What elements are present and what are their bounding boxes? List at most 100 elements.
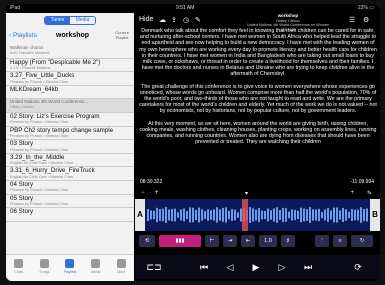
waveform-bar	[225, 207, 227, 223]
playlist-title: workshop	[56, 32, 90, 39]
track-row[interactable]: 03 Story Phrases by Phrase • Marsha Chan	[6, 140, 134, 154]
segment-tunes[interactable]: Tunes	[45, 17, 70, 24]
track-row[interactable]: 05 Story Phrases by Phrase • Marsha Chan	[6, 195, 134, 209]
zoom-in-right-icon[interactable]: +	[350, 190, 354, 196]
pitch-icon[interactable]: ♯	[281, 235, 295, 247]
tab-more[interactable]: More	[108, 255, 134, 281]
tools-row: ⟲ ▮▮▮ ⊢ ⇥ ⇤ 1.0 ♯ ⫶ ≡ ↻	[135, 233, 380, 251]
repeat-icon[interactable]: ↻	[351, 235, 373, 247]
waveform-bar	[291, 209, 293, 221]
waveform-bar	[195, 209, 197, 221]
loop-toggle-icon[interactable]: ⊏⊐	[145, 260, 163, 274]
loop-start-marker[interactable]: A	[135, 199, 145, 231]
back-to-playlists-button[interactable]: ‹ Playlists	[9, 32, 37, 39]
waveform-bar	[186, 210, 188, 220]
skip-icon[interactable]: ⇤	[241, 235, 255, 247]
track-row[interactable]: 06 Story	[6, 208, 134, 222]
step-forward-icon[interactable]: ▷	[273, 260, 291, 274]
tab-playlists[interactable]: Playlists	[57, 255, 83, 281]
segment-media[interactable]: Media	[70, 17, 95, 24]
waveform-bar	[288, 211, 290, 219]
waveform-bar	[312, 209, 314, 221]
waveform-bar	[156, 207, 158, 223]
waveform-bar	[351, 209, 353, 221]
zoom-controls: − + ▾ + ✎	[135, 189, 380, 199]
track-row[interactable]: MLKDream_64kb	[6, 86, 134, 100]
track-subtitle: Phrases by Phrase • Marsha Chan	[10, 79, 69, 84]
speed-button[interactable]: 1.0	[259, 235, 277, 247]
waveform-bar	[183, 208, 185, 222]
waveform-bar	[306, 209, 308, 221]
player-pane: Hide ☁ ⇪ ◷ ✎ workshop Hillary Clinton Un…	[135, 13, 380, 281]
track-row[interactable]: 02 Story: Liz's Exercise Program Phrases …	[6, 113, 134, 127]
waveform-bar	[342, 207, 344, 223]
zoom-in-icon[interactable]: +	[155, 190, 159, 196]
mixer-icon[interactable]: ≡	[333, 235, 347, 247]
waveform-bar	[285, 208, 287, 222]
track-row[interactable]: 04 Story Phrases by Phrase • Marsha Chan	[6, 181, 134, 195]
loop-icon[interactable]: ⟲	[139, 235, 155, 247]
track-row[interactable]: Walkman chorus from 'Handel's Messiah'	[6, 45, 134, 59]
tab-bar: Clubs Songs Playlists Artists More	[6, 254, 134, 281]
tab-artists[interactable]: Artists	[83, 255, 109, 281]
waveform-bar	[222, 208, 224, 222]
waveform-bar	[210, 210, 212, 220]
next-track-icon[interactable]: ⏭	[299, 260, 317, 274]
waveform-bar	[150, 210, 152, 220]
waveform-bar	[315, 209, 317, 221]
status-left: iPad	[10, 5, 21, 11]
waveform-bar	[162, 208, 164, 222]
note-icon[interactable]: ✎	[195, 16, 201, 24]
waveform-bar	[168, 209, 170, 221]
artists-tab-icon	[91, 259, 101, 268]
current-playlist-button[interactable]: Current Playlist	[110, 30, 134, 40]
waveform-bar	[264, 210, 266, 220]
loop-mode-icon[interactable]: ⟳	[349, 260, 367, 274]
eq-icon[interactable]: ⫶	[315, 235, 329, 247]
waveform-bar	[318, 208, 320, 222]
tab-songs[interactable]: Songs	[32, 255, 58, 281]
cloud-icon[interactable]: ☁	[159, 16, 166, 24]
settings-icon[interactable]: ⚙	[363, 16, 369, 24]
screen: iPad 9:51 AM 22% ▭ Tunes Media ‹ Playlis…	[6, 4, 380, 281]
waveform-bar	[321, 211, 323, 219]
list-icon[interactable]: ☰	[349, 16, 355, 24]
track-title: 02 Story: Liz's Exercise Program	[10, 112, 100, 120]
waveform-view[interactable]: A B	[135, 199, 380, 231]
track-title: MLKDream_64kb	[10, 85, 59, 93]
track-row[interactable]: United Nations 4th World Conference... Hi…	[6, 99, 134, 113]
share-icon[interactable]: ⇪	[171, 16, 177, 24]
tab-clubs[interactable]: Clubs	[6, 255, 32, 281]
step-back-icon[interactable]: ◁	[221, 260, 239, 274]
ipad-frame: iPad 9:51 AM 22% ▭ Tunes Media ‹ Playlis…	[0, 0, 385, 285]
zoom-out-icon[interactable]: −	[141, 190, 145, 196]
track-row[interactable]: 3.31_6_Hurry_Drive_FireTruck English for …	[6, 167, 134, 181]
waveform-bar	[360, 207, 362, 223]
transport-bar: ⊏⊐ ⏮ ◁ ▶ ▷ ⏭ ⟳	[135, 255, 380, 279]
mark-icon[interactable]: ⊢	[205, 235, 219, 247]
hide-button[interactable]: Hide	[139, 16, 153, 23]
jump-icon[interactable]: ⇥	[223, 235, 237, 247]
status-battery: 22% ▭	[357, 5, 374, 11]
edit-icon[interactable]: ✎	[367, 190, 372, 197]
track-row[interactable]: Happy (From "Despicable Me 2") 5.1 K • Ph…	[6, 59, 134, 73]
waveform-bar	[309, 207, 311, 223]
track-row[interactable]: 3.29_In_the_Middle English for Child Care…	[6, 154, 134, 168]
track-row[interactable]: 3.27_Five_Little_Ducks Phrases by Phrase …	[6, 72, 134, 86]
timer-icon[interactable]: ◷	[183, 16, 189, 24]
track-title: 3.31_6_Hurry_Drive_FireTruck	[10, 167, 95, 175]
marker-icon[interactable]: ▾	[245, 190, 248, 197]
waveform-bar	[330, 210, 332, 220]
loop-end-marker[interactable]: B	[370, 199, 380, 231]
play-icon[interactable]: ▶	[247, 260, 265, 274]
waveform-bar	[276, 207, 278, 223]
track-row[interactable]: PBP Ch2 story tempo change sample Phrases…	[6, 127, 134, 141]
playhead[interactable]	[242, 199, 249, 231]
bookmark-tool[interactable]: ▮▮▮	[159, 235, 201, 247]
waveform-bar	[339, 210, 341, 220]
waveform-bar	[255, 209, 257, 221]
previous-track-icon[interactable]: ⏮	[195, 260, 213, 274]
lyrics-text-view[interactable]: Denmark who talk about the comfort they …	[139, 28, 377, 178]
waveform-bar	[189, 207, 191, 223]
waveform-bar	[147, 209, 149, 221]
